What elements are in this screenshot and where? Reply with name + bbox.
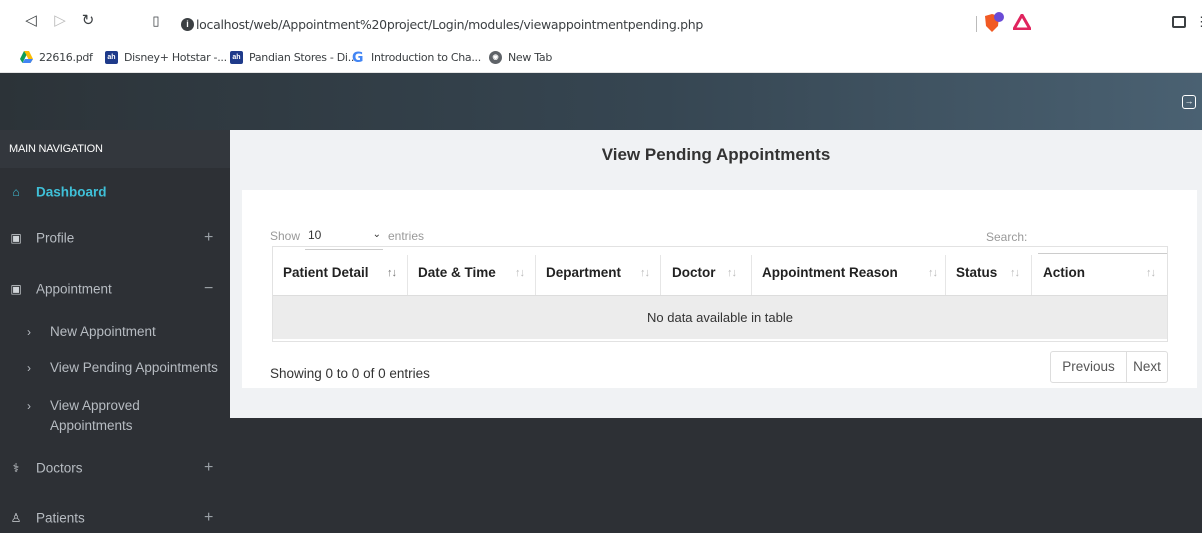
entries-label: entries <box>388 229 425 243</box>
column-header-action[interactable]: Action <box>1043 255 1085 291</box>
sidebar-item-label: Appointment <box>36 281 112 297</box>
page-title: View Pending Appointments <box>601 145 831 164</box>
column-header-appointment-reason[interactable]: Appointment Reason <box>762 255 898 291</box>
home-icon: ⌂ <box>12 185 20 199</box>
sidebar-subitem-view-approved[interactable]: › View Approved Appointments <box>0 396 230 436</box>
search-label: Search: <box>986 230 1028 244</box>
google-drive-icon <box>20 51 33 63</box>
forward-arrow-icon[interactable]: ▷ <box>50 11 70 31</box>
chevron-right-icon: › <box>27 361 31 375</box>
sort-icon[interactable]: ↑↓ <box>640 255 650 291</box>
column-header-date-time[interactable]: Date & Time <box>418 255 496 291</box>
expand-toggle[interactable]: + <box>204 229 213 247</box>
column-divider <box>660 255 661 295</box>
bookmark-item[interactable]: 22616.pdf <box>39 50 93 66</box>
sidebar-item-label: Profile <box>36 230 75 246</box>
bookmark-item[interactable]: Introduction to Cha... <box>371 50 481 66</box>
back-arrow-icon[interactable]: ◁ <box>21 11 41 31</box>
reload-icon[interactable]: ↻ <box>78 11 98 31</box>
show-label: Show <box>270 229 301 243</box>
chevron-right-icon: › <box>27 325 31 339</box>
logout-icon[interactable]: → <box>1182 95 1196 109</box>
column-header-status[interactable]: Status <box>956 255 997 291</box>
sort-icon[interactable]: ↑↓ <box>1146 255 1156 291</box>
column-header-patient-detail[interactable]: Patient Detail <box>283 255 369 291</box>
main-content: View Pending Appointments Show 10 ⌄ entr… <box>230 130 1202 418</box>
calendar-icon: ▣ <box>10 282 22 296</box>
sidebar-subitem-label: New Appointment <box>50 324 156 339</box>
sidebar-subitem-view-pending[interactable]: › View Pending Appointments <box>0 358 230 378</box>
sidebar-subitem-label-line2: Appointments <box>50 418 133 433</box>
column-divider <box>1031 255 1032 295</box>
sort-icon[interactable]: ↑↓ <box>515 255 525 291</box>
sidebar-item-label: Doctors <box>36 460 83 476</box>
sidebar-item-appointment[interactable]: ▣ Appointment − <box>0 269 230 309</box>
sidebar-item-label: Dashboard <box>36 184 107 200</box>
user-icon: ♙ <box>10 511 22 525</box>
bookmark-item[interactable]: New Tab <box>508 50 552 66</box>
tab-search-icon[interactable] <box>1172 16 1186 28</box>
globe-icon: ◉ <box>489 51 502 64</box>
sidebar-item-label: Patients <box>36 510 85 526</box>
site-info-icon[interactable]: i <box>181 18 194 31</box>
sidebar-item-dashboard[interactable]: ⌂ Dashboard <box>0 172 230 212</box>
sort-icon[interactable]: ↑↓ <box>928 255 938 291</box>
url-separator <box>976 16 977 32</box>
bookmark-item[interactable]: Disney+ Hotstar -... <box>124 50 227 66</box>
sidebar: MAIN NAVIGATION ⌂ Dashboard ▣ Profile + … <box>0 130 230 533</box>
chevron-right-icon: › <box>27 399 31 413</box>
g-icon: G <box>352 50 364 66</box>
bookmark-icon[interactable]: ▯ <box>146 11 166 31</box>
bookmark-item[interactable]: Pandian Stores - Di... <box>249 50 358 66</box>
sort-icon[interactable]: ↑↓ <box>727 255 737 291</box>
column-divider <box>535 255 536 295</box>
sidebar-subitem-new-appointment[interactable]: › New Appointment <box>0 322 230 342</box>
next-button[interactable]: Next <box>1127 352 1167 382</box>
sort-icon[interactable]: ↑↓ <box>387 255 397 291</box>
entries-select-value: 10 <box>308 228 322 242</box>
sidebar-subitem-label: View Approved Appointments <box>50 396 140 436</box>
column-divider <box>945 255 946 295</box>
column-header-doctor[interactable]: Doctor <box>672 255 716 291</box>
collapse-toggle[interactable]: − <box>204 280 213 298</box>
sidebar-item-doctors[interactable]: ⚕ Doctors + <box>0 448 230 488</box>
url-bar[interactable]: localhost/web/Appointment%20project/Logi… <box>196 17 703 33</box>
sidebar-item-patients[interactable]: ♙ Patients + <box>0 498 230 533</box>
empty-table-message: No data available in table <box>273 296 1167 339</box>
sidebar-item-profile[interactable]: ▣ Profile + <box>0 218 230 258</box>
expand-toggle[interactable]: + <box>204 509 213 527</box>
site-icon: ah <box>230 51 243 64</box>
column-divider <box>407 255 408 295</box>
browser-toolbar: ◁ ▷ ↻ ▯ i localhost/web/Appointment%20pr… <box>0 0 1202 42</box>
app-header: → <box>0 73 1202 130</box>
column-divider <box>751 255 752 295</box>
table-info: Showing 0 to 0 of 0 entries <box>270 366 430 381</box>
table-box: Show 10 ⌄ entries Search: Patient Detail… <box>242 190 1197 388</box>
sidebar-subitem-label-line1: View Approved <box>50 398 140 413</box>
chevron-down-icon: ⌄ <box>372 229 381 240</box>
sort-icon[interactable]: ↑↓ <box>1010 255 1020 291</box>
pagination: Previous Next <box>1050 351 1168 383</box>
user-plus-icon: ⚕ <box>12 461 20 475</box>
menu-icon[interactable]: ⋮ <box>1195 13 1202 31</box>
previous-button[interactable]: Previous <box>1051 352 1126 382</box>
sidebar-subitem-label: View Pending Appointments <box>50 360 218 375</box>
column-header-department[interactable]: Department <box>546 255 621 291</box>
brave-rewards-icon[interactable] <box>1013 14 1031 30</box>
appointments-table: Patient Detail ↑↓ Date & Time ↑↓ Departm… <box>272 246 1168 342</box>
bookmarks-bar: 22616.pdf ah Disney+ Hotstar -... ah Pan… <box>0 42 1202 73</box>
site-icon: ah <box>105 51 118 64</box>
calendar-icon: ▣ <box>10 231 22 245</box>
shield-count-badge <box>994 12 1004 22</box>
expand-toggle[interactable]: + <box>204 459 213 477</box>
nav-header: MAIN NAVIGATION <box>0 130 230 168</box>
